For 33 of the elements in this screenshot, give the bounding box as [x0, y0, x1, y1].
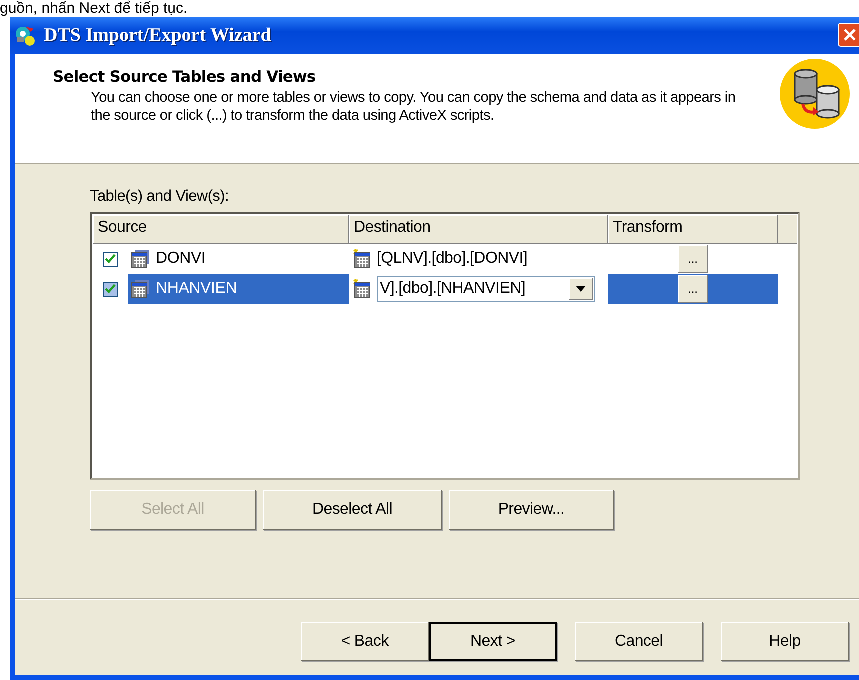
destination-dropdown[interactable]: V].[dbo].[NHANVIEN] — [377, 276, 595, 302]
list-action-button[interactable]: Deselect All — [263, 490, 442, 530]
destination-cell: [QLNV].[dbo].[DONVI] — [377, 250, 528, 268]
close-icon — [844, 29, 856, 41]
new-table-icon — [353, 249, 373, 269]
transform-button[interactable]: ... — [678, 275, 708, 303]
source-cell-text: NHANVIEN — [155, 280, 238, 298]
list-action-button[interactable]: Preview... — [449, 490, 614, 530]
new-table-icon — [353, 279, 373, 299]
close-button[interactable] — [838, 23, 859, 47]
database-transfer-icon — [779, 58, 851, 130]
wizard-button[interactable]: Cancel — [575, 622, 703, 661]
checkbox[interactable] — [103, 252, 118, 266]
window-title: DTS Import/Export Wizard — [44, 24, 272, 46]
page-heading: Select Source Tables and Views — [53, 68, 317, 86]
dropdown-arrow-icon — [576, 286, 586, 292]
list-label: Table(s) and View(s): — [90, 188, 230, 206]
table-icon — [130, 279, 150, 299]
source-cell-text: DONVI — [155, 250, 206, 268]
table-row[interactable]: DONVI [QLNV].[dbo].[DONVI] ... — [93, 244, 797, 274]
page-description: You can choose one or more tables or views to copy. You can copy the schema and data as it appears in the source or click (...) to transform the data using ActiveX scripts. — [91, 89, 737, 125]
table-row[interactable]: NHANVIEN V].[dbo].[NHANVIEN] ... — [93, 274, 797, 304]
caption-text: guồn, nhấn Next để tiếp tục. — [0, 0, 189, 17]
wizard-button[interactable]: < Back — [301, 622, 429, 661]
checkbox[interactable] — [103, 282, 118, 296]
table-icon — [130, 249, 150, 269]
header-spacer — [778, 215, 797, 244]
wizard-button[interactable]: Next > — [429, 622, 557, 661]
column-header[interactable]: Source — [93, 215, 349, 244]
transform-button[interactable]: ... — [678, 245, 708, 273]
column-header[interactable]: Destination — [349, 215, 608, 244]
wizard-button[interactable]: Help — [721, 622, 849, 661]
column-header[interactable]: Transform — [608, 215, 778, 244]
